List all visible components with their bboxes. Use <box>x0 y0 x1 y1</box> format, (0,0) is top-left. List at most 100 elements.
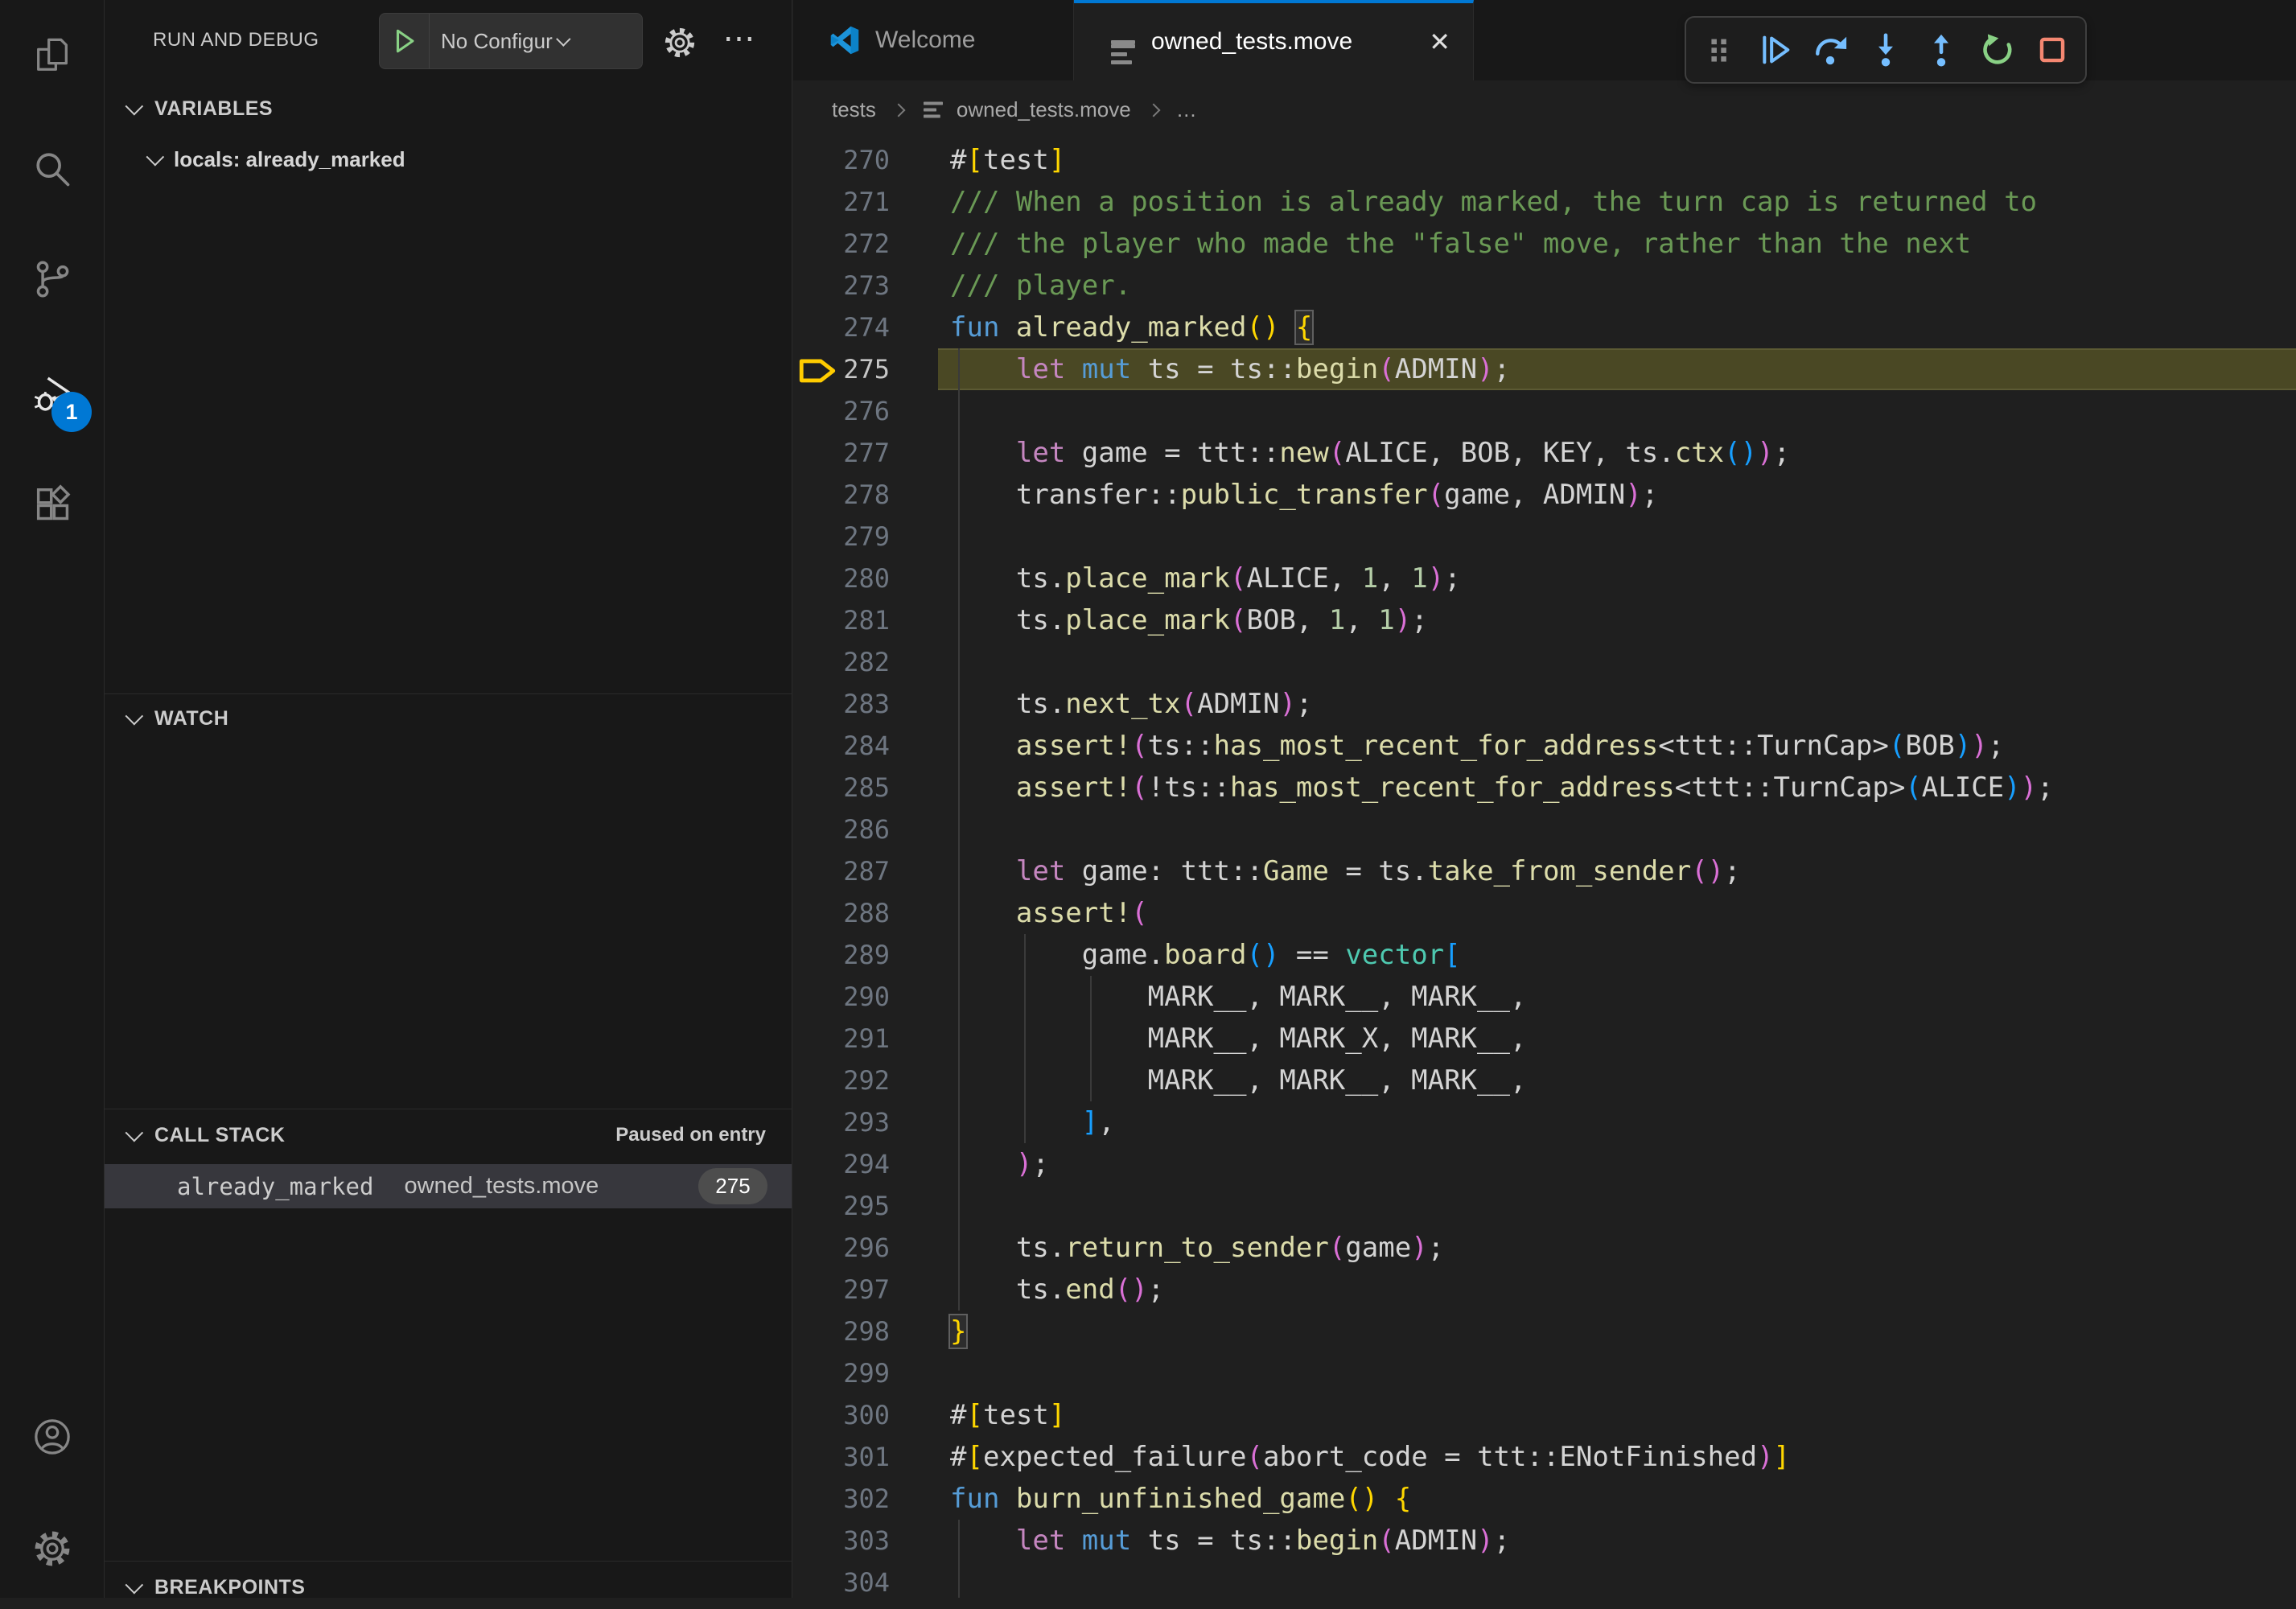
code-line-286[interactable]: 286 <box>793 809 2296 850</box>
line-content[interactable]: /// When a position is already marked, t… <box>950 181 2037 223</box>
line-number[interactable]: 279 <box>793 516 890 558</box>
line-number[interactable]: 302 <box>793 1478 890 1520</box>
code-line-288[interactable]: 288 assert!( <box>793 892 2296 934</box>
files-icon[interactable] <box>0 16 104 97</box>
line-content[interactable]: #[test] <box>950 1394 1065 1436</box>
code-line-285[interactable]: 285 assert!(!ts::has_most_recent_for_add… <box>793 767 2296 809</box>
line-content[interactable]: /// the player who made the "false" move… <box>950 223 1971 265</box>
line-content[interactable]: fun already_marked() { <box>950 307 1312 348</box>
code-line-279[interactable]: 279 <box>793 516 2296 558</box>
code-line-277[interactable]: 277 let game = ttt::new(ALICE, BOB, KEY,… <box>793 432 2296 474</box>
code-line-294[interactable]: 294 ); <box>793 1143 2296 1185</box>
code-line-300[interactable]: 300 #[test] <box>793 1394 2296 1436</box>
section-variables[interactable]: VARIABLES <box>105 87 792 130</box>
line-content[interactable]: assert!(ts::has_most_recent_for_address<… <box>950 725 2004 767</box>
code-line-287[interactable]: 287 let game: ttt::Game = ts.take_from_s… <box>793 850 2296 892</box>
line-number[interactable]: 286 <box>793 809 890 850</box>
search-icon[interactable] <box>0 129 104 209</box>
code-line-293[interactable]: 293 ], <box>793 1101 2296 1143</box>
variables-locals-row[interactable]: locals: already_marked <box>105 138 792 180</box>
more-actions-icon[interactable]: ⋯ <box>718 16 763 61</box>
call-stack-frame-row[interactable]: already_marked owned_tests.move 275 <box>105 1164 792 1208</box>
line-number[interactable]: 296 <box>793 1227 890 1269</box>
line-number[interactable]: 273 <box>793 265 890 307</box>
line-content[interactable]: MARK__, MARK__, MARK__, <box>950 976 1526 1018</box>
code-line-273[interactable]: 273 /// player. <box>793 265 2296 307</box>
line-number[interactable]: 295 <box>793 1185 890 1227</box>
line-number[interactable]: 299 <box>793 1352 890 1394</box>
line-content[interactable]: MARK__, MARK_X, MARK__, <box>950 1018 1526 1060</box>
line-number[interactable]: 298 <box>793 1311 890 1352</box>
start-debugging-icon[interactable] <box>380 14 430 68</box>
tab-owned-tests-move[interactable]: owned_tests.move ✕ <box>1074 0 1474 80</box>
code-line-272[interactable]: 272/// the player who made the "false" m… <box>793 223 2296 265</box>
code-line-301[interactable]: 301 #[expected_failure(abort_code = ttt::… <box>793 1436 2296 1478</box>
continue-icon[interactable] <box>1752 27 1797 72</box>
line-content[interactable]: ts.end(); <box>950 1269 1164 1311</box>
code-line-271[interactable]: 271/// When a position is already marked… <box>793 181 2296 223</box>
code-line-282[interactable]: 282 <box>793 641 2296 683</box>
line-number[interactable]: 297 <box>793 1269 890 1311</box>
line-content[interactable]: let mut ts = ts::begin(ADMIN); <box>950 1520 1510 1562</box>
code-line-274[interactable]: 274 fun already_marked() { <box>793 307 2296 348</box>
debug-settings-gear-icon[interactable] <box>660 23 700 63</box>
line-number[interactable]: 282 <box>793 641 890 683</box>
section-breakpoints[interactable]: BREAKPOINTS <box>105 1566 792 1609</box>
extensions-icon[interactable] <box>0 463 104 543</box>
code-line-297[interactable]: 297 ts.end(); <box>793 1269 2296 1311</box>
code-line-295[interactable]: 295 <box>793 1185 2296 1227</box>
step-over-icon[interactable] <box>1808 27 1853 72</box>
close-icon[interactable]: ✕ <box>1429 27 1450 57</box>
settings-gear-icon[interactable] <box>0 1508 104 1589</box>
code-line-302[interactable]: 302 fun burn_unfinished_game() { <box>793 1478 2296 1520</box>
line-content[interactable]: ); <box>950 1143 1049 1185</box>
restart-icon[interactable] <box>1974 27 2019 72</box>
line-content[interactable]: assert!( <box>950 892 1148 934</box>
section-watch[interactable]: WATCH <box>105 697 792 740</box>
line-number[interactable]: 270 <box>793 139 890 181</box>
code-line-303[interactable]: 303 let mut ts = ts::begin(ADMIN); <box>793 1520 2296 1562</box>
code-line-275[interactable]: 275 let mut ts = ts::begin(ADMIN); <box>793 348 2296 390</box>
line-content[interactable]: ts.place_mark(BOB, 1, 1); <box>950 599 1428 641</box>
breadcrumb-file[interactable]: owned_tests.move <box>957 97 1131 122</box>
debug-configuration-dropdown[interactable]: No Configur <box>379 13 643 69</box>
line-content[interactable]: let game: ttt::Game = ts.take_from_sende… <box>950 850 1741 892</box>
line-number[interactable]: 278 <box>793 474 890 516</box>
line-content[interactable]: ts.return_to_sender(game); <box>950 1227 1444 1269</box>
line-content[interactable]: } <box>950 1311 966 1352</box>
code-line-296[interactable]: 296 ts.return_to_sender(game); <box>793 1227 2296 1269</box>
line-number[interactable]: 287 <box>793 850 890 892</box>
section-call-stack[interactable]: CALL STACK Paused on entry <box>105 1113 792 1157</box>
line-content[interactable]: fun burn_unfinished_game() { <box>950 1478 1411 1520</box>
line-number[interactable]: 274 <box>793 307 890 348</box>
code-line-290[interactable]: 290 MARK__, MARK__, MARK__, <box>793 976 2296 1018</box>
source-control-icon[interactable] <box>0 239 104 319</box>
breadcrumb-symbol-ellipsis[interactable]: … <box>1176 97 1197 122</box>
line-number[interactable]: 283 <box>793 683 890 725</box>
code-line-283[interactable]: 283 ts.next_tx(ADMIN); <box>793 683 2296 725</box>
code-line-299[interactable]: 299 <box>793 1352 2296 1394</box>
line-number[interactable]: 303 <box>793 1520 890 1562</box>
line-content[interactable]: /// player. <box>950 265 1131 307</box>
code-line-298[interactable]: 298} <box>793 1311 2296 1352</box>
code-line-270[interactable]: 270#[test] <box>793 139 2296 181</box>
stop-icon[interactable] <box>2030 27 2075 72</box>
line-number[interactable]: 293 <box>793 1101 890 1143</box>
line-content[interactable]: assert!(!ts::has_most_recent_for_address… <box>950 767 2054 809</box>
code-area[interactable]: 270#[test]271/// When a position is alre… <box>793 139 2296 1598</box>
line-number[interactable]: 300 <box>793 1394 890 1436</box>
code-line-289[interactable]: 289 game.board() == vector[ <box>793 934 2296 976</box>
line-content[interactable]: #[expected_failure(abort_code = ttt::ENo… <box>950 1436 1790 1478</box>
line-number[interactable]: 304 <box>793 1562 890 1598</box>
line-number[interactable]: 290 <box>793 976 890 1018</box>
line-number[interactable]: 276 <box>793 390 890 432</box>
line-content[interactable]: game.board() == vector[ <box>950 934 1461 976</box>
line-content[interactable]: ts.next_tx(ADMIN); <box>950 683 1312 725</box>
code-line-281[interactable]: 281 ts.place_mark(BOB, 1, 1); <box>793 599 2296 641</box>
code-line-304[interactable]: 304 <box>793 1562 2296 1598</box>
line-number[interactable]: 281 <box>793 599 890 641</box>
grip-handle[interactable] <box>1697 27 1742 72</box>
line-number[interactable]: 289 <box>793 934 890 976</box>
line-number[interactable]: 284 <box>793 725 890 767</box>
line-number[interactable]: 301 <box>793 1436 890 1478</box>
